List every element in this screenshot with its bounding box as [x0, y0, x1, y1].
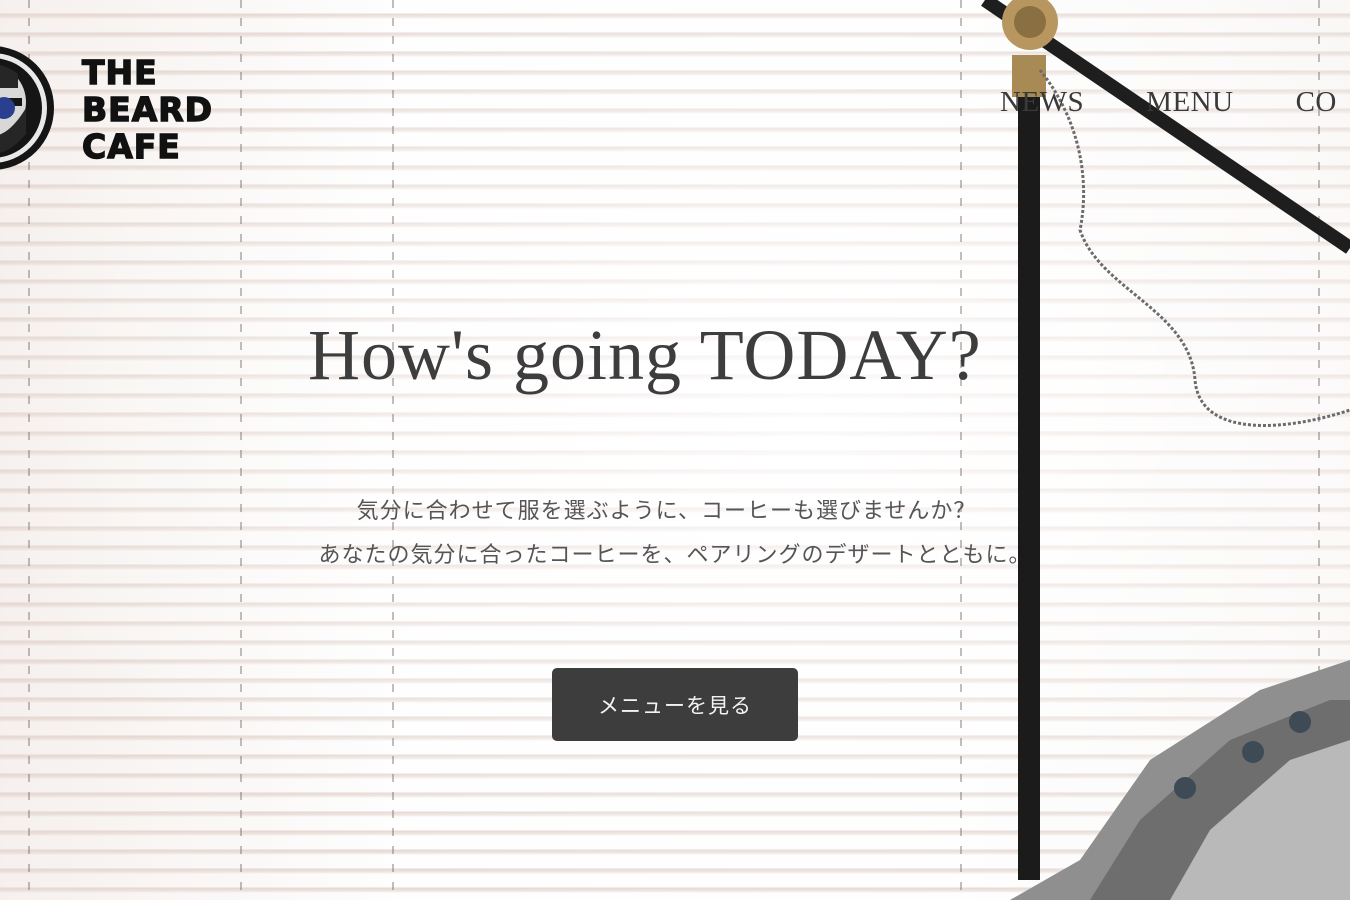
hero-lead: 気分に合わせて服を選ぶように、コーヒーも選びませんか？ あなたの気分に合ったコー… [0, 490, 1350, 578]
brand-line-2: BEARD [81, 90, 214, 129]
chair-button [1289, 711, 1311, 733]
nav-menu-link[interactable]: MENU [1146, 86, 1233, 119]
nav-contact-link[interactable]: CO [1296, 86, 1337, 119]
brand-wordmark: THE BEARD CAFE [81, 53, 252, 166]
hero-lead-line-1: 気分に合わせて服を選ぶように、コーヒーも選びませんか？ [356, 499, 977, 524]
lamp-pole [1018, 60, 1040, 880]
hero-title: How's going TODAY? [308, 315, 982, 395]
hero-lead-line-2: あなたの気分に合ったコーヒーを、ペアリングのデザートとともに。 [318, 543, 1032, 568]
chair-button [1242, 741, 1264, 763]
brand-line-1: THE [81, 53, 158, 92]
page: THE BEARD CAFE NEWS MENU CO How's going … [0, 0, 1350, 900]
nav-news-link[interactable]: NEWS [1000, 86, 1084, 119]
bearded-man-with-sunglasses-icon [0, 46, 54, 170]
view-menu-button[interactable]: メニューを見る [552, 668, 798, 741]
chair-button [1174, 777, 1196, 799]
main-nav: NEWS MENU CO [1000, 86, 1337, 119]
brand-line-3: CAFE [81, 127, 181, 166]
